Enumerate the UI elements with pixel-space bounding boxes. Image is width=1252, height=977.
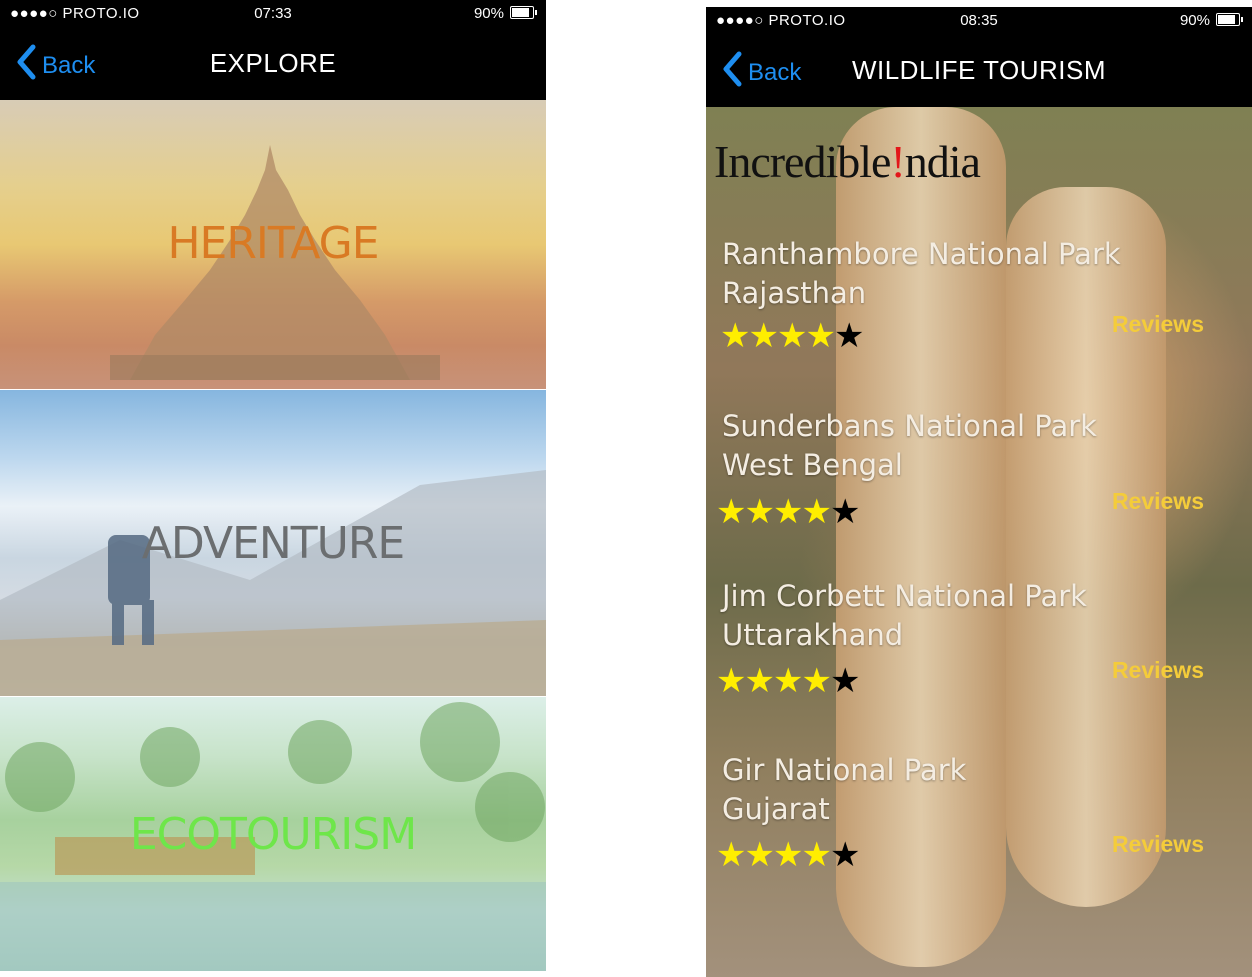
star-filled-icon: ★ bbox=[772, 661, 804, 701]
reviews-link[interactable]: Reviews bbox=[1112, 488, 1204, 515]
park-state: Rajasthan bbox=[722, 276, 867, 310]
wildlife-screen: ●●●●○ PROTO.IO 08:35 90% Back WILDLIFE T… bbox=[706, 7, 1252, 977]
star-rating: ★★★★★ bbox=[716, 661, 861, 701]
ecotourism-tile[interactable]: ECOTOURISM bbox=[0, 697, 546, 971]
star-filled-icon: ★ bbox=[744, 661, 775, 701]
star-filled-icon: ★ bbox=[748, 316, 779, 356]
status-bar: ●●●●○ PROTO.IO 08:35 90% bbox=[706, 7, 1252, 37]
star-filled-icon: ★ bbox=[776, 316, 808, 356]
star-filled-icon: ★ bbox=[716, 835, 747, 875]
page-title: EXPLORE bbox=[209, 48, 337, 78]
star-rating: ★★★★★ bbox=[716, 835, 861, 875]
nav-bar: Back WILDLIFE TOURISM bbox=[706, 37, 1252, 107]
heritage-tile[interactable]: HERITAGE bbox=[0, 100, 546, 389]
reviews-link[interactable]: Reviews bbox=[1112, 657, 1204, 684]
page-title: WILDLIFE TOURISM bbox=[851, 55, 1107, 85]
heritage-label: HERITAGE bbox=[167, 218, 379, 269]
park-item: Jim Corbett National Park Uttarakhand bbox=[722, 577, 1142, 655]
battery-icon bbox=[1216, 13, 1243, 26]
star-empty-icon: ★ bbox=[829, 661, 861, 701]
status-bar: ●●●●○ PROTO.IO 07:33 90% bbox=[0, 0, 546, 30]
star-filled-icon: ★ bbox=[801, 835, 832, 875]
star-filled-icon: ★ bbox=[772, 835, 804, 875]
park-name: Sunderbans National Park bbox=[722, 409, 1097, 443]
park-item: Sunderbans National Park West Bengal bbox=[722, 407, 1142, 485]
star-filled-icon: ★ bbox=[801, 492, 832, 532]
battery-icon bbox=[510, 6, 537, 19]
star-filled-icon: ★ bbox=[805, 316, 836, 356]
park-item: Gir National Park Gujarat bbox=[722, 751, 1142, 829]
status-time: 08:35 bbox=[960, 12, 998, 29]
incredible-india-logo: Incredible!ndia bbox=[714, 136, 981, 187]
explore-screen: ●●●●○ PROTO.IO 07:33 90% Back EXPLORE HE… bbox=[0, 0, 546, 977]
star-rating: ★★★★★ bbox=[716, 492, 861, 532]
park-name: Ranthambore National Park bbox=[722, 237, 1121, 271]
star-empty-icon: ★ bbox=[833, 316, 865, 356]
battery-status: 90% bbox=[473, 5, 537, 22]
star-filled-icon: ★ bbox=[720, 316, 751, 356]
park-state: West Bengal bbox=[722, 448, 903, 482]
park-name: Gir National Park bbox=[722, 753, 967, 787]
status-time: 07:33 bbox=[254, 5, 292, 22]
battery-percent: 90% bbox=[1179, 12, 1210, 29]
nav-bar: Back EXPLORE bbox=[0, 30, 546, 100]
battery-percent: 90% bbox=[473, 5, 504, 22]
reviews-link[interactable]: Reviews bbox=[1112, 831, 1204, 858]
star-filled-icon: ★ bbox=[744, 492, 775, 532]
star-empty-icon: ★ bbox=[829, 492, 861, 532]
star-rating: ★★★★★ bbox=[720, 316, 865, 356]
park-state: Gujarat bbox=[722, 792, 830, 826]
park-name: Jim Corbett National Park bbox=[722, 579, 1087, 613]
star-filled-icon: ★ bbox=[801, 661, 832, 701]
park-item: Ranthambore National Park Rajasthan bbox=[722, 235, 1142, 313]
star-filled-icon: ★ bbox=[744, 835, 775, 875]
adventure-label: ADVENTURE bbox=[141, 518, 405, 569]
star-filled-icon: ★ bbox=[716, 492, 747, 532]
adventure-tile[interactable]: ADVENTURE bbox=[0, 390, 546, 696]
reviews-link[interactable]: Reviews bbox=[1112, 311, 1204, 338]
star-empty-icon: ★ bbox=[829, 835, 861, 875]
star-filled-icon: ★ bbox=[772, 492, 804, 532]
ecotourism-label: ECOTOURISM bbox=[129, 809, 417, 860]
battery-status: 90% bbox=[1179, 12, 1243, 29]
star-filled-icon: ★ bbox=[716, 661, 747, 701]
park-state: Uttarakhand bbox=[722, 618, 904, 652]
